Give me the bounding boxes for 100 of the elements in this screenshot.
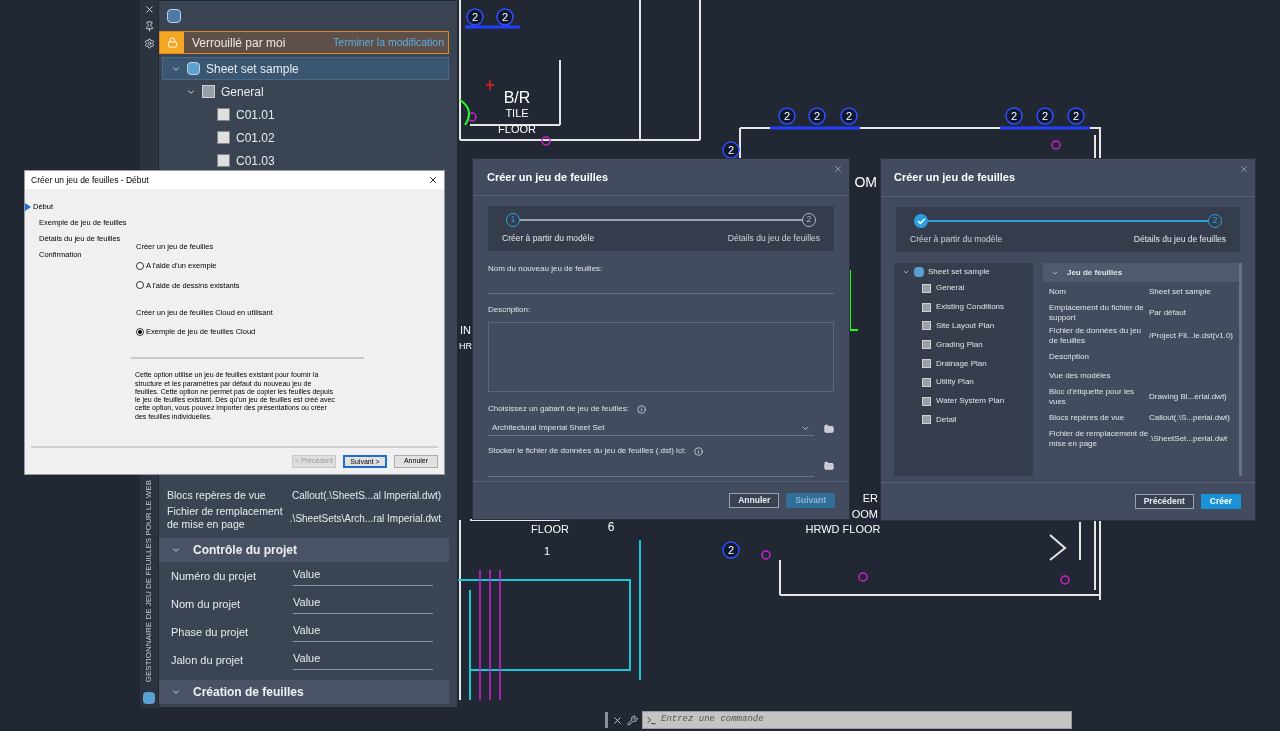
caret-icon[interactable] (902, 268, 910, 276)
tag-number: 2 (1036, 107, 1054, 125)
room-label: FLOOR (531, 523, 569, 535)
add-sheet-set-icon[interactable] (167, 9, 181, 23)
property-value: .\SheetSet...perial.dwt (1148, 432, 1228, 445)
property-value: Par défaut (1148, 306, 1186, 319)
window-title: Créer un jeu de feuilles - Début (31, 173, 149, 187)
outlet-symbol (1060, 575, 1070, 585)
dialog-button[interactable]: Annuler (729, 493, 780, 508)
palette-title: GESTIONNAIRE DE JEU DE FEUILLES POUR LE WEB (143, 479, 154, 682)
room-label: HR (459, 341, 472, 351)
template-dropdown[interactable]: Architectural Imperial Sheet Set (488, 421, 814, 436)
dialog-title: Créer un jeu de feuilles (487, 169, 609, 185)
value-field[interactable]: Value (293, 594, 433, 614)
sheet-set-icon (143, 692, 155, 704)
outlet-symbol (761, 550, 771, 560)
cross-mark (485, 79, 495, 91)
tree-item[interactable]: Sheet set sample (894, 265, 1033, 279)
command-field[interactable]: Entrez une commande (661, 713, 1068, 727)
tree-item[interactable]: Drainage Plan (894, 354, 1033, 373)
section-header[interactable]: Création de feuilles (159, 680, 449, 704)
room-label: 6 (607, 520, 615, 534)
room-label: ER (862, 492, 878, 504)
radio-button[interactable] (136, 327, 144, 336)
folder-icon[interactable] (824, 461, 834, 471)
folder-icon[interactable] (824, 423, 834, 434)
section-header[interactable]: Jeu de feuilles (1042, 263, 1239, 282)
value-field[interactable]: Value (293, 622, 433, 642)
settings-icon[interactable] (143, 38, 155, 49)
dialog-button[interactable]: Précédent (1134, 494, 1194, 509)
tag-number: 2 (722, 141, 740, 159)
property-label: Fichier de remplacement de mise en page (167, 505, 284, 531)
tag-number: 2 (722, 541, 740, 559)
step-label: Détails du jeu de feuilles (1133, 233, 1226, 246)
lock-status: Verrouillé par moi (192, 34, 286, 52)
value-field[interactable]: Value (293, 650, 433, 670)
sheet-set-icon (187, 62, 200, 75)
tree-item[interactable]: C01.03 (162, 149, 449, 172)
section-header[interactable]: Contrôle du projet (159, 538, 449, 562)
field-label: Jalon du projet (171, 652, 245, 668)
dialog-title: Créer un jeu de feuilles (894, 170, 1016, 186)
grip-handle[interactable] (605, 712, 608, 728)
door-swing-drawing (1049, 521, 1081, 561)
tree-item[interactable]: Site Layout Plan (894, 316, 1033, 336)
tag-number: 2 (808, 107, 826, 125)
terminal-icon[interactable] (646, 714, 657, 726)
tree-item[interactable]: C01.01 (162, 103, 449, 126)
sheet-icon (217, 131, 230, 144)
tree-item[interactable]: General (162, 80, 449, 103)
chevron-icon[interactable] (171, 545, 181, 555)
chevron-icon[interactable] (171, 687, 181, 697)
sheet-icon (217, 108, 230, 121)
property-label: Blocs repères de vue (1048, 412, 1126, 423)
property-label: Fichier de remplacement de mise en page (1048, 429, 1149, 448)
property-value: Drawing Bl...erial.dwt) (1148, 390, 1227, 403)
property-label: Description (1048, 351, 1090, 362)
close-icon[interactable] (612, 714, 623, 726)
close-icon[interactable] (143, 4, 155, 15)
property-value: .\SheetSets\Arch...ral Imperial.dwt (289, 511, 441, 526)
tree-item[interactable]: C01.02 (162, 126, 449, 149)
pin-icon[interactable] (143, 21, 155, 32)
tree-item[interactable]: Sheet set sample (162, 57, 449, 80)
value-field[interactable]: Value (293, 566, 433, 586)
property-value: Sheet set sample (1148, 285, 1211, 298)
sheet-icon (217, 154, 230, 167)
property-label: Vue des modèles (1048, 370, 1112, 381)
tag-number: 2 (496, 8, 514, 26)
current-step-icon (25, 203, 31, 211)
tag-number: 2 (466, 8, 484, 26)
close-icon[interactable] (428, 175, 438, 185)
tree-item[interactable]: Detail (894, 410, 1033, 430)
tag-number: 2 (1067, 107, 1085, 125)
tree-item[interactable]: Water System Plan (894, 391, 1033, 411)
field-label: Stocker le fichier de données du jeu de feuilles (.dst) ici: (488, 445, 686, 457)
subset-icon (202, 85, 215, 98)
fixture-drawing (849, 269, 859, 331)
tag-number: 2 (840, 107, 858, 125)
property-label: Fichier de données du jeu de feuilles (1048, 326, 1143, 345)
tree-item[interactable]: Utility Plan (894, 373, 1033, 392)
tree-item[interactable]: Grading Plan (894, 335, 1033, 355)
description-field[interactable] (488, 322, 834, 392)
tag-number: 2 (778, 107, 796, 125)
field-label: Description: (488, 304, 532, 316)
property-value: Callout(.\SheetS...al Imperial.dwt) (292, 489, 441, 503)
radio-button[interactable] (136, 261, 144, 270)
info-icon[interactable] (637, 404, 646, 414)
radio-button[interactable] (136, 281, 144, 290)
info-icon[interactable] (693, 446, 703, 456)
property-label: Nom (1048, 286, 1067, 297)
step-label: Détails du jeu de feuilles (727, 232, 820, 245)
field-label: Numéro du projet (171, 568, 257, 584)
room-label: TILE (505, 107, 529, 119)
tag-number: 2 (1005, 107, 1023, 125)
room-label: OOM (851, 508, 878, 520)
tree-item[interactable]: Existing Conditions (894, 297, 1033, 317)
tree-item[interactable]: General (894, 279, 1033, 298)
field-label: Choisissez un gabarit de jeu de feuilles: (488, 403, 629, 415)
property-value: /Project Fil...le.dst(v1.0) (1148, 329, 1233, 342)
room-label: OM (854, 174, 877, 190)
wrench-icon[interactable] (627, 714, 638, 726)
